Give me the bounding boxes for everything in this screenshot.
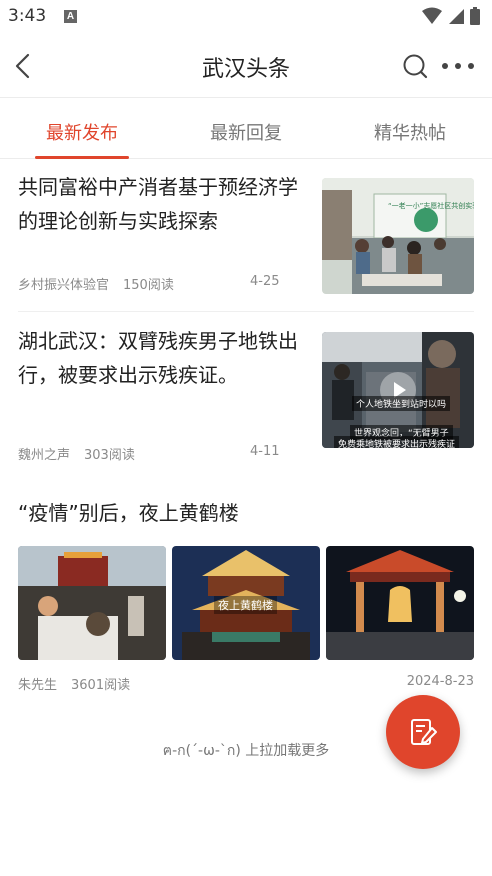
- wifi-icon: [422, 7, 442, 24]
- article-reads: 150阅读: [123, 278, 174, 293]
- article-meta: 朱先生 3601阅读: [18, 674, 130, 693]
- status-time: 3:43: [8, 6, 47, 26]
- app-header: 武汉头条: [0, 34, 492, 98]
- article-meta: 乡村振兴体验官 150阅读: [18, 274, 174, 293]
- signal-icon: [449, 9, 464, 24]
- article-thumbnail: “一老一小”志愿社区共创实验: [322, 178, 474, 294]
- article-date: 4-25: [250, 274, 280, 289]
- gallery-caption: 夜上黄鹤楼: [214, 596, 277, 614]
- tab-latest-replies[interactable]: 最新回复: [164, 99, 328, 158]
- article-date: 2024-8-23: [406, 674, 474, 689]
- more-button[interactable]: [440, 54, 476, 78]
- article-author: 朱先生: [18, 678, 58, 693]
- gallery-image[interactable]: 夜上黄鹤楼: [172, 546, 320, 660]
- article-meta: 魏州之声 303阅读: [18, 444, 135, 463]
- edit-icon: [411, 719, 437, 745]
- list-item[interactable]: 湖北武汉：双臂残疾男子地铁出行，被要求出示残疾证。 魏州之声 303阅读 4-1…: [18, 320, 474, 468]
- article-author: 乡村振兴体验官: [18, 278, 110, 293]
- video-caption: 免费乘地铁被要求出示残疾证: [334, 436, 460, 448]
- image-gallery: 夜上黄鹤楼: [18, 546, 474, 660]
- thumbnail-caption: “一老一小”志愿社区共创实验: [388, 202, 474, 210]
- article-date: 4-11: [250, 444, 280, 459]
- search-button[interactable]: [402, 53, 428, 79]
- status-icons: [422, 7, 480, 25]
- status-bar: 3:43 A: [0, 0, 492, 34]
- more-icon: [442, 63, 474, 69]
- search-icon: [403, 54, 428, 79]
- article-title: 共同富裕中产消者基于预经济学的理论创新与实践探索: [18, 175, 298, 233]
- list-item[interactable]: 共同富裕中产消者基于预经济学的理论创新与实践探索 乡村振兴体验官 150阅读 4…: [18, 170, 474, 312]
- gallery-image[interactable]: [326, 546, 474, 660]
- article-reads: 303阅读: [84, 448, 135, 463]
- article-author: 魏州之声: [18, 448, 71, 463]
- video-thumbnail[interactable]: 个人地铁坐到站时以吗 世界观念回，“无臂男子 免费乘地铁被要求出示残疾证: [322, 332, 474, 448]
- tab-bar: 最新发布 最新回复 精华热帖: [0, 99, 492, 159]
- article-title: 湖北武汉：双臂残疾男子地铁出行，被要求出示残疾证。: [18, 329, 298, 387]
- battery-icon: [470, 7, 480, 25]
- gallery-image[interactable]: [18, 546, 166, 660]
- article-title: “疫情”别后，夜上黄鹤楼: [18, 501, 239, 525]
- video-caption: 个人地铁坐到站时以吗: [352, 396, 451, 411]
- tab-featured[interactable]: 精华热帖: [328, 99, 492, 158]
- article-reads: 3601阅读: [71, 678, 131, 693]
- compose-button[interactable]: [386, 695, 460, 769]
- tab-latest-posts[interactable]: 最新发布: [0, 99, 164, 159]
- notification-icon: A: [64, 10, 77, 23]
- list-item[interactable]: “疫情”别后，夜上黄鹤楼 夜上黄鹤楼 朱先生 3601阅读 2024-8-23: [18, 496, 474, 696]
